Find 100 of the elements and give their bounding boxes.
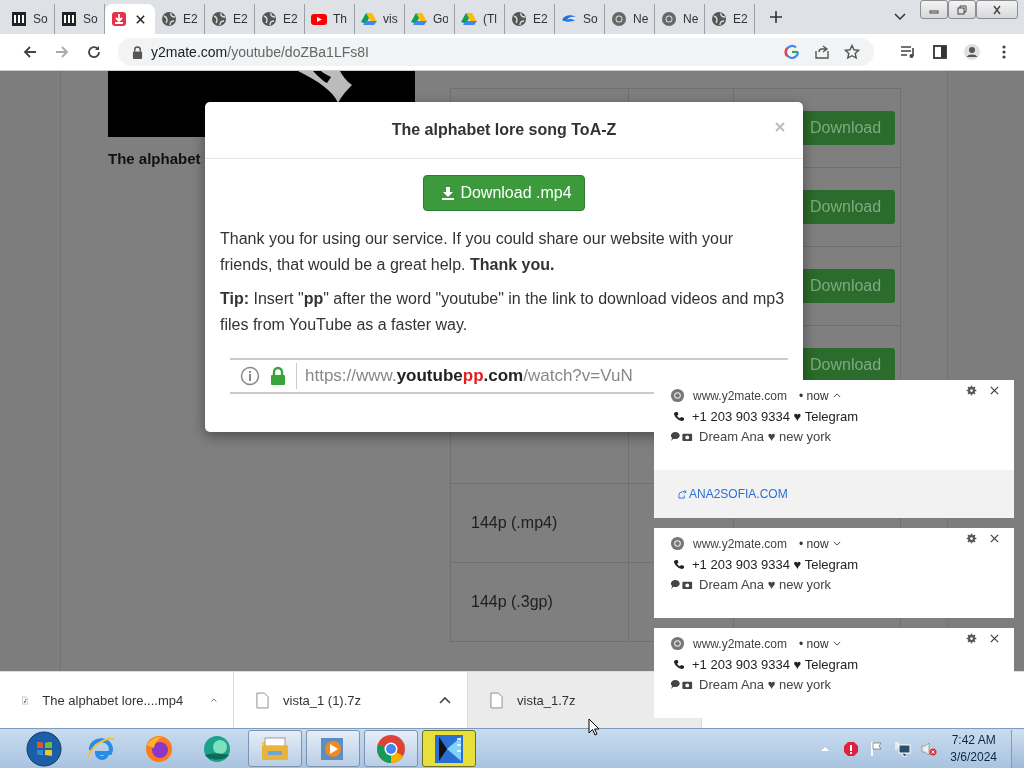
tab-title: Go [433,12,448,26]
globe-icon [711,11,727,27]
chrome-icon [670,388,685,403]
chat-camera-icon [670,431,693,442]
globe-icon [511,11,527,27]
download-icon [111,11,127,27]
chrome-icon [670,636,685,651]
notification-time: • now [799,536,829,551]
settings-icon[interactable] [966,385,977,396]
play-icon [311,11,327,27]
notification-time: • now [799,388,829,403]
phone-icon [673,411,684,422]
close-button[interactable] [976,0,1018,19]
add-icon[interactable] [769,10,783,24]
tab-title: E2 [283,12,298,26]
tab-title: Ne [683,12,698,26]
media-queue-icon[interactable] [900,44,916,60]
muted-speaker-icon[interactable] [921,740,938,757]
notification-card[interactable]: www.y2mate.com • now +1 203 903 9334 ♥ Telegram Dream Ana ♥ new york [654,528,1014,618]
tab-title: vis [383,12,398,26]
chevron-down-icon[interactable] [832,641,841,646]
download-button[interactable]: Download .mp4 [423,175,585,211]
triangle-icon [461,11,477,27]
notification-text: +1 203 903 9334 ♥ Telegram [692,557,859,572]
link-hand-icon [678,489,687,499]
start-button[interactable] [26,730,62,767]
taskbar-button[interactable] [422,730,476,767]
mouse-cursor-icon [588,718,600,736]
notification-card[interactable]: www.y2mate.com • now +1 203 903 9334 ♥ Telegram Dream Ana ♥ new york ANA2SOFIA.COM [654,380,1014,518]
notification-text: Dream Ana ♥ new york [699,577,831,592]
caret-up-icon[interactable] [439,696,451,704]
reload-icon[interactable] [86,44,102,60]
thank-you-message: Thank you for using our service. If you could share our website with your friends, that would be a great help. Thank you. [220,229,735,275]
settings-icon[interactable] [966,633,977,644]
translate-g-icon[interactable] [784,44,800,60]
file-name: vista_1.7z [517,692,576,708]
tab-title: So [583,12,598,26]
notification-text: Dream Ana ♥ new york [699,429,831,444]
tab-title: So [83,12,98,26]
tab-title: So [33,12,48,26]
share-icon[interactable] [814,44,830,60]
tab-title: (Tl [483,12,497,26]
back-icon[interactable] [22,44,38,60]
browser-tab[interactable] [105,4,155,34]
close-icon[interactable] [135,13,146,25]
notification-text: +1 203 903 9334 ♥ Telegram [692,657,859,672]
triangle-icon [361,11,377,27]
chevron-down-icon[interactable] [832,541,841,546]
notification-card[interactable]: www.y2mate.com • now +1 203 903 9334 ♥ Telegram Dream Ana ♥ new york [654,628,1014,718]
video-editor-icon [433,732,465,765]
star-icon[interactable] [844,44,860,60]
file-name: vista_1 (1).7z [283,692,362,708]
notification-time: • now [799,636,829,651]
clock-time: 7:42 AM [951,731,996,749]
notification-link[interactable]: ANA2SOFIA.COM [678,487,788,501]
network-icon[interactable] [895,740,912,757]
chevron-down-icon[interactable] [894,13,906,21]
settings-icon[interactable] [966,533,977,544]
dialog-title: The alphabet lore song ToA-Z [391,121,617,139]
close-icon[interactable] [989,633,1000,644]
triangle-icon [411,11,427,27]
clock[interactable]: 7:42 AM 3/6/2024 [950,731,997,766]
chat-camera-icon [670,679,693,690]
tab-title: E2 [733,12,748,26]
file-icon [256,691,269,709]
alert-icon[interactable] [843,740,860,757]
restore-icon [955,4,969,15]
phone-icon [673,559,684,570]
tab-title: E2 [233,12,248,26]
example-url: https://www.youtubepp.com/watch?v=VuN [305,366,633,386]
tab-title: Ne [633,12,648,26]
address-bar[interactable]: y2mate.com/youtube/doZBa1LFs8I [118,38,874,66]
building-icon [11,11,27,27]
globe-icon [261,11,277,27]
globe-icon [211,11,227,27]
notification-text: +1 203 903 9334 ♥ Telegram [692,409,859,424]
close-icon[interactable] [989,385,1000,396]
video-title: The alphabet [108,150,202,167]
tab-title: E2 [533,12,548,26]
notification-source: www.y2mate.com [693,536,788,551]
tab-title: Th [333,12,347,26]
notification-text: Dream Ana ♥ new york [699,677,831,692]
lock-icon [132,45,143,59]
side-panel-icon[interactable] [932,44,948,60]
phone-icon [673,659,684,670]
chrome-icon [375,732,407,765]
chrome-icon [670,536,685,551]
lock-icon [268,366,288,386]
chevron-up-icon[interactable] [832,393,841,398]
minimize-button[interactable] [920,0,948,19]
restore-button[interactable] [948,0,976,19]
clock-date: 3/6/2024 [950,748,997,766]
notification-source: www.y2mate.com [693,636,788,651]
chat-camera-icon [670,579,693,590]
url-text: y2mate.com/youtube/doZBa1LFs8I [151,44,369,60]
chrome-icon [611,11,627,27]
close-icon[interactable] [989,533,1000,544]
profile-icon[interactable] [964,44,980,60]
tab-title: E2 [183,12,198,26]
notification-source: www.y2mate.com [693,388,788,403]
